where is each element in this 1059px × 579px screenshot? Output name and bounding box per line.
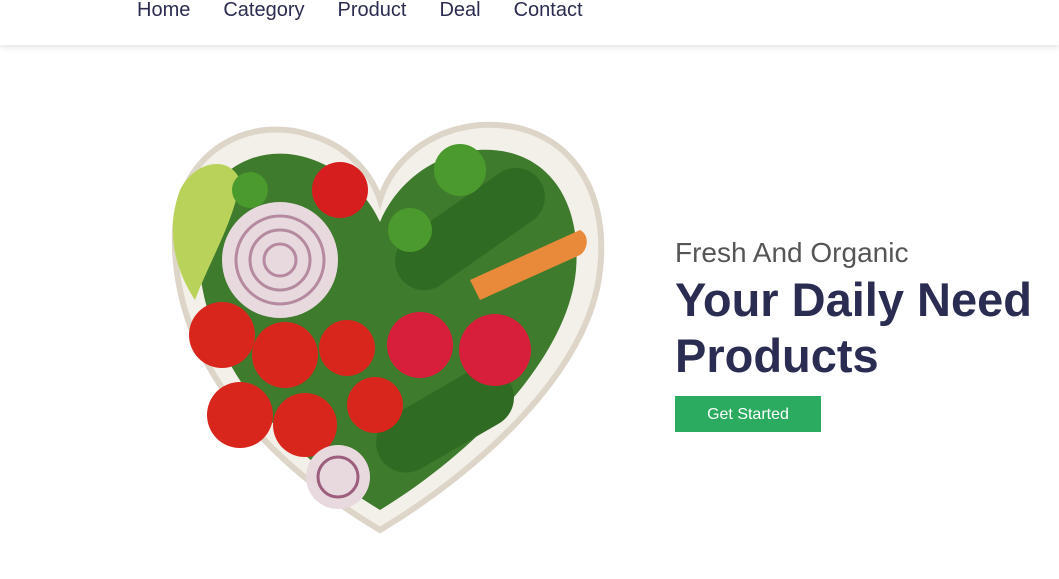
hero-text: Fresh And Organic Your Daily Need Produc… [675, 236, 1032, 432]
hero-title-line2: Products [675, 329, 879, 382]
nav-category[interactable]: Category [223, 0, 304, 22]
hero-title-line1: Your Daily Need [675, 273, 1032, 326]
heart-vegetable-bowl-icon [171, 121, 605, 534]
get-started-button[interactable]: Get Started [675, 396, 821, 432]
hero-subtitle: Fresh And Organic [675, 237, 909, 268]
main-nav: Home Category Product Deal Contact [137, 0, 616, 22]
top-navbar: Home Category Product Deal Contact [0, 0, 1059, 45]
nav-deal[interactable]: Deal [439, 0, 480, 22]
hero-vegetable-image [140, 110, 620, 560]
nav-home[interactable]: Home [137, 0, 190, 22]
hero-title: Your Daily Need Products [675, 272, 1032, 384]
nav-product[interactable]: Product [338, 0, 407, 22]
nav-contact[interactable]: Contact [514, 0, 583, 22]
